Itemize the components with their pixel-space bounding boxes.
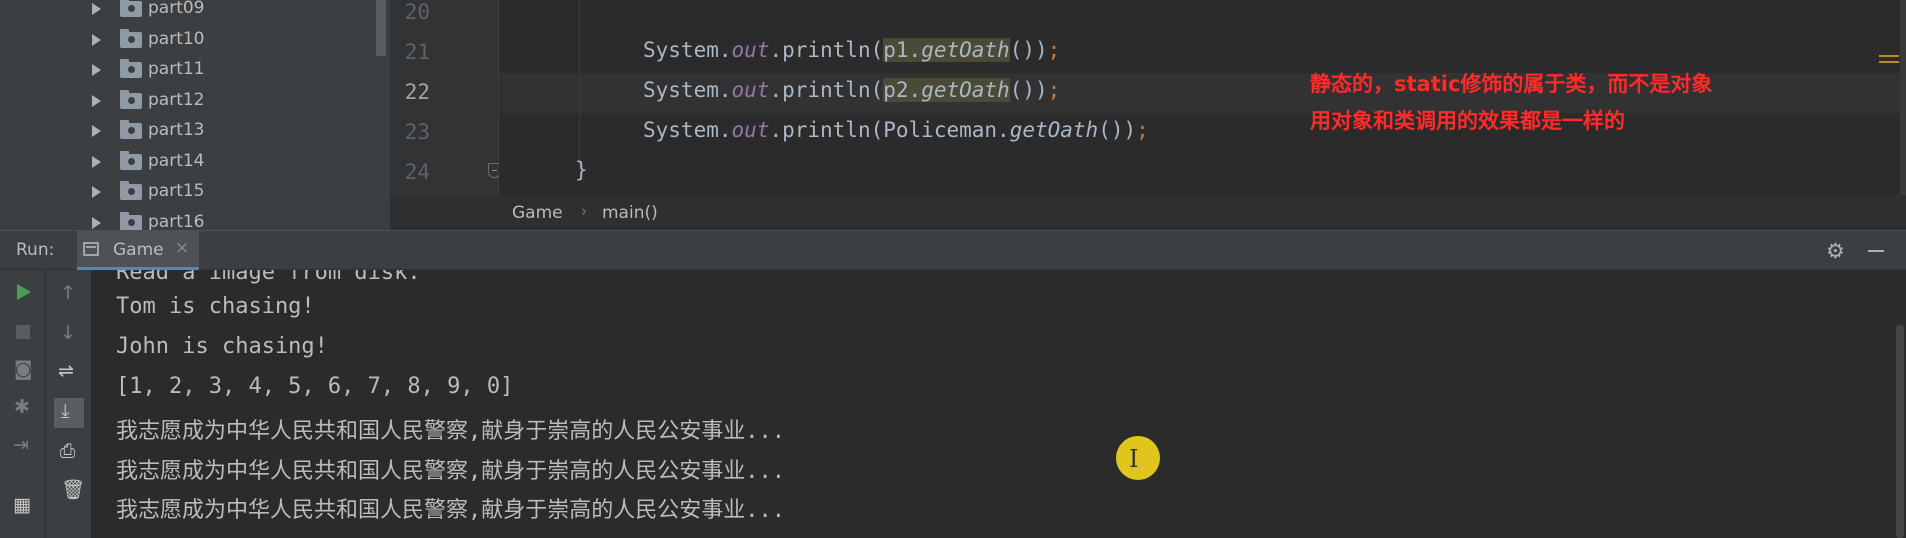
- print-icon[interactable]: ⎙: [60, 440, 75, 462]
- project-tree: part09 part10 part11 part12 part13 part1…: [0, 0, 390, 230]
- console-line: 我志愿成为中华人民共和国人民警察,献身于崇高的人民公安事业...: [116, 459, 785, 484]
- mouse-cursor-highlight: I: [1116, 436, 1160, 480]
- tab-game[interactable]: Game ×: [77, 231, 199, 270]
- exit-icon[interactable]: ⇥: [13, 434, 29, 456]
- package-folder-icon: [120, 212, 142, 230]
- line-number: 24: [404, 160, 430, 184]
- expand-arrow-icon[interactable]: [92, 217, 101, 229]
- scroll-up-icon[interactable]: ↑: [60, 282, 76, 304]
- breadcrumb: Game › main(): [390, 195, 1906, 230]
- package-folder-icon: [120, 90, 142, 109]
- editor-gutter[interactable]: 20 21 22 23 24: [390, 0, 499, 195]
- stop-icon[interactable]: [16, 325, 30, 339]
- trash-icon[interactable]: 🗑: [61, 478, 85, 501]
- gear-icon[interactable]: ⚙: [1826, 239, 1845, 263]
- console-line: 我志愿成为中华人民共和国人民警察,献身于崇高的人民公安事业...: [116, 498, 785, 523]
- camera-icon[interactable]: ◙: [14, 358, 32, 380]
- package-folder-icon: [120, 151, 142, 170]
- annotation-line-2: 用对象和类调用的效果都是一样的: [1310, 109, 1625, 133]
- console-scrollbar[interactable]: [1896, 325, 1904, 538]
- line-number: 23: [404, 120, 430, 144]
- expand-arrow-icon[interactable]: [92, 3, 101, 15]
- indent-guide: [579, 0, 580, 170]
- debug-icon[interactable]: ✱: [14, 396, 30, 418]
- breadcrumb-separator-icon: ›: [581, 202, 587, 220]
- console-window-icon: [83, 242, 99, 256]
- run-label: Run:: [16, 240, 55, 260]
- annotation-line-1: 静态的，static修饰的属于类，而不是对象: [1310, 72, 1713, 96]
- expand-arrow-icon[interactable]: [92, 95, 101, 107]
- warning-stripe-icon[interactable]: [1879, 55, 1899, 69]
- closing-brace: }: [575, 158, 588, 182]
- console-line: Tom is chasing!: [116, 294, 315, 319]
- package-folder-icon: [120, 0, 142, 17]
- run-panel-header: Run: Game × ⚙: [0, 230, 1906, 270]
- line-number: 20: [404, 0, 430, 24]
- code-line-23[interactable]: System.out.println(Policeman.getOath());: [643, 118, 1149, 142]
- package-folder-icon: [120, 59, 142, 78]
- line-number: 21: [404, 40, 430, 64]
- package-folder-icon: [120, 181, 142, 200]
- expand-arrow-icon[interactable]: [92, 156, 101, 168]
- scroll-to-end-icon: ⤓: [61, 400, 70, 422]
- console-line: 我志愿成为中华人民共和国人民警察,献身于崇高的人民公安事业...: [116, 419, 785, 444]
- expand-arrow-icon[interactable]: [92, 64, 101, 76]
- package-folder-icon: [120, 29, 142, 48]
- rerun-icon[interactable]: [17, 284, 31, 300]
- editor-scrollbar[interactable]: [1900, 0, 1906, 195]
- soft-wrap-icon[interactable]: ⇌: [58, 360, 74, 382]
- scroll-down-icon[interactable]: ↓: [60, 322, 76, 344]
- project-tree-scrollbar[interactable]: [376, 0, 386, 56]
- line-number-current: 22: [404, 80, 430, 104]
- run-toolbar: ◙ ✱ ⇥ ▦: [0, 270, 46, 538]
- expand-arrow-icon[interactable]: [92, 186, 101, 198]
- text-cursor-icon: I: [1129, 445, 1139, 473]
- code-editor[interactable]: System.out.println(p1.getOath()); System…: [499, 0, 1900, 195]
- minimize-icon[interactable]: [1868, 250, 1884, 252]
- code-line-22[interactable]: System.out.println(p2.getOath());: [643, 78, 1060, 102]
- close-icon[interactable]: ×: [175, 238, 189, 258]
- expand-arrow-icon[interactable]: [92, 125, 101, 137]
- package-folder-icon: [120, 120, 142, 139]
- expand-arrow-icon[interactable]: [92, 34, 101, 46]
- breadcrumb-class[interactable]: Game: [512, 203, 563, 223]
- scroll-to-end-button[interactable]: ⤓: [54, 398, 84, 428]
- breadcrumb-method[interactable]: main(): [602, 203, 658, 223]
- layout-icon[interactable]: ▦: [13, 494, 31, 516]
- console-output[interactable]: Read a image from disk. Tom is chasing! …: [92, 270, 1900, 538]
- code-line-21[interactable]: System.out.println(p1.getOath());: [643, 38, 1060, 62]
- console-line: John is chasing!: [116, 334, 328, 359]
- console-line: Read a image from disk.: [116, 270, 421, 285]
- console-line: [1, 2, 3, 4, 5, 6, 7, 8, 9, 0]: [116, 374, 514, 399]
